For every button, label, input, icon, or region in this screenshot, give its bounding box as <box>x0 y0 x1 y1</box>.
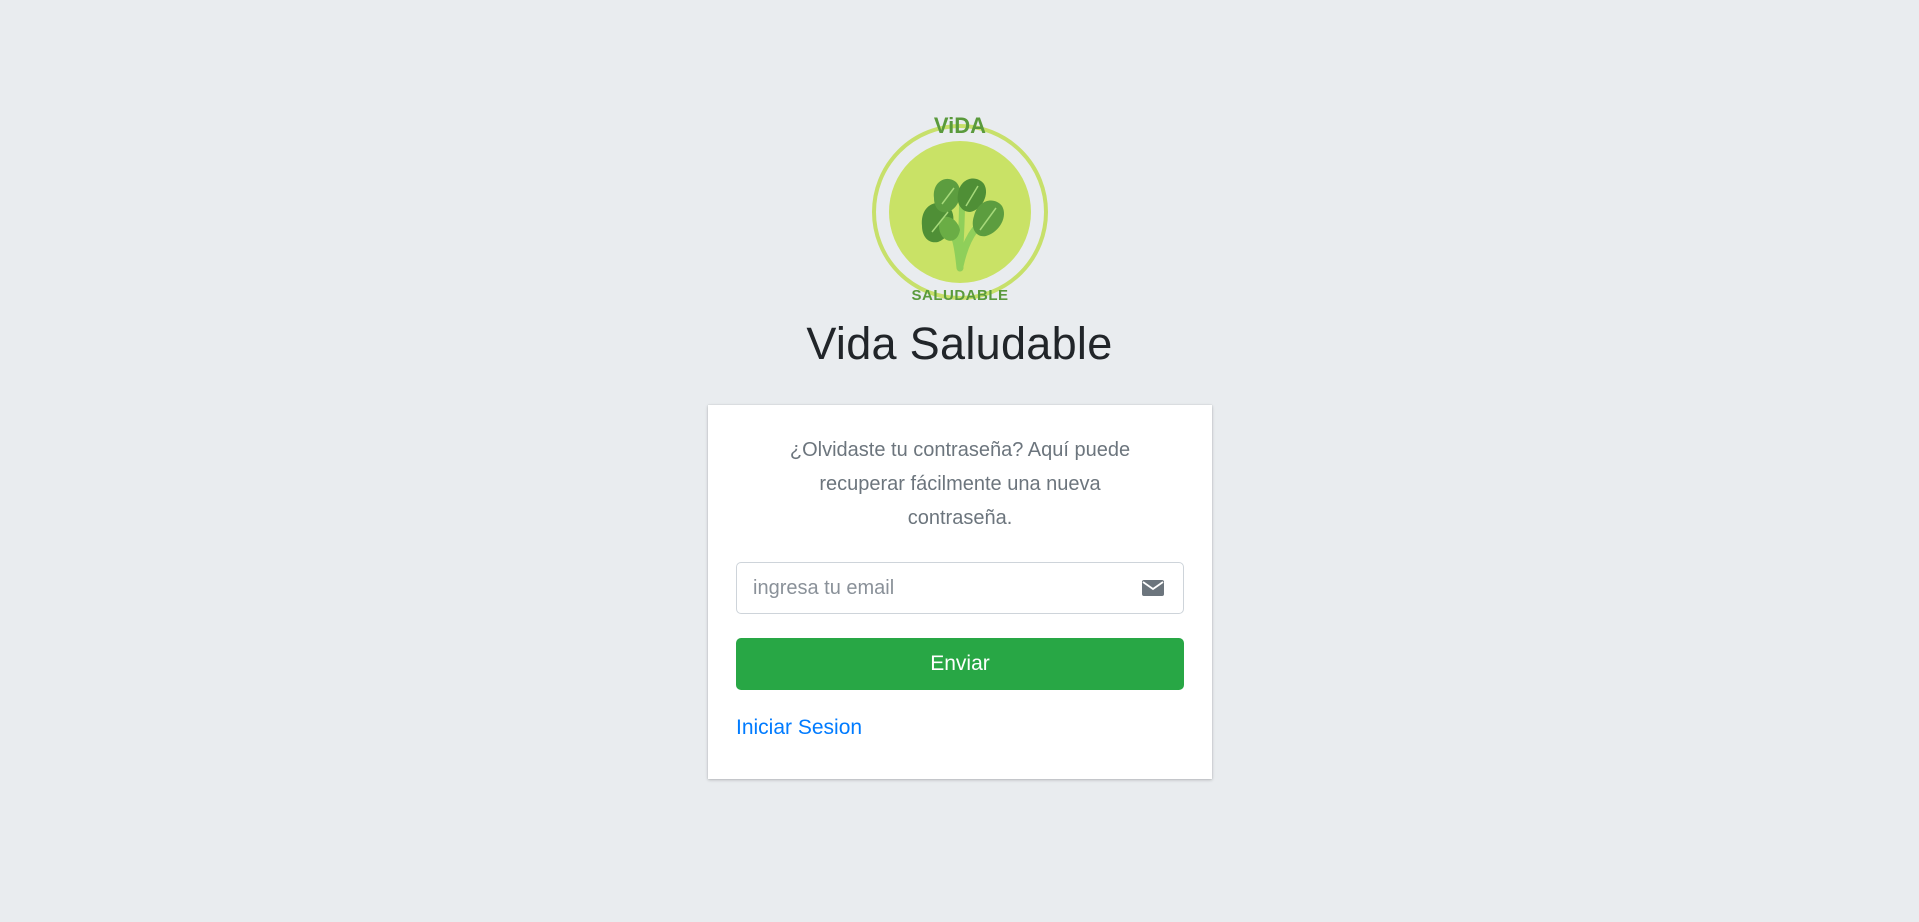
logo-bottom-text: SALUDABLE <box>912 287 1009 304</box>
logo-top-text: ViDA <box>934 113 986 138</box>
send-button[interactable]: Enviar <box>736 638 1184 690</box>
email-input-group <box>736 562 1184 614</box>
login-link[interactable]: Iniciar Sesion <box>736 716 862 740</box>
login-page: ViDA SALUDABLE Vida Saludable ¿Olvidaste… <box>0 0 1919 922</box>
page-title: Vida Saludable <box>806 318 1113 369</box>
recover-message: ¿Olvidaste tu contraseña? Aquí puede rec… <box>789 439 1131 529</box>
envelope-icon <box>1123 563 1183 613</box>
email-input[interactable] <box>737 563 1123 613</box>
vida-saludable-logo-icon: ViDA SALUDABLE <box>872 113 1048 304</box>
recover-password-card: ¿Olvidaste tu contraseña? Aquí puede rec… <box>708 405 1212 779</box>
brand-logo: ViDA SALUDABLE <box>862 108 1058 308</box>
